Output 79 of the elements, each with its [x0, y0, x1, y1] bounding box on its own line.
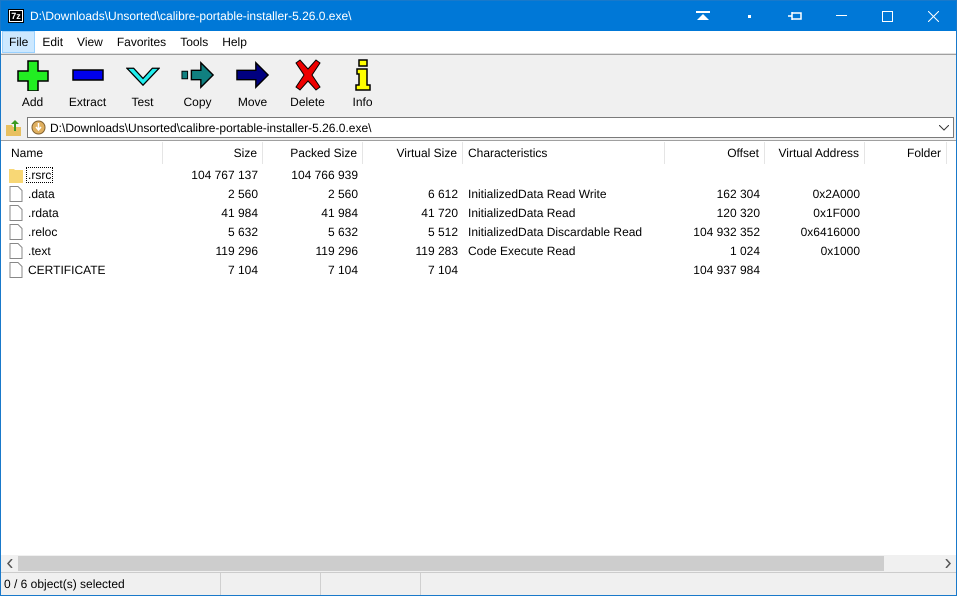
- table-cell: InitializedData Read: [468, 206, 576, 220]
- toolbar-button[interactable]: Copy: [170, 55, 225, 115]
- menu-item[interactable]: Tools: [173, 31, 216, 53]
- column-header[interactable]: Packed Size: [263, 142, 363, 164]
- table-cell: 119 296: [316, 244, 358, 258]
- table-cell: 0x2A000: [812, 186, 860, 200]
- table-cell: 5 632: [328, 224, 358, 238]
- table-cell: 119 296: [216, 244, 258, 258]
- table-cell: 104 767 137: [191, 168, 258, 182]
- menu-item[interactable]: Favorites: [110, 31, 174, 53]
- file-icon: [9, 224, 23, 240]
- window-title: D:\Downloads\Unsorted\calibre-portable-installer-5.26.0.exe\: [30, 9, 352, 23]
- maximize-icon[interactable]: [882, 10, 892, 22]
- file-name[interactable]: .rdata: [26, 204, 61, 220]
- table-cell: 7 104: [428, 262, 458, 276]
- menu-item[interactable]: View: [70, 31, 110, 53]
- up-folder-icon[interactable]: [5, 118, 23, 136]
- table-cell: InitializedData Read Write: [468, 186, 607, 200]
- file-icon: [9, 262, 23, 278]
- column-header[interactable]: Virtual Address: [765, 142, 865, 164]
- scrollbar-thumb[interactable]: [18, 556, 884, 571]
- file-name[interactable]: CERTIFICATE: [26, 262, 108, 278]
- table-cell: 41 720: [421, 206, 458, 220]
- file-name[interactable]: .rsrc: [26, 166, 54, 182]
- table-cell: 41 984: [321, 206, 358, 220]
- column-header[interactable]: Virtual Size: [363, 142, 463, 164]
- file-name[interactable]: .data: [26, 186, 57, 202]
- file-icon: [9, 186, 23, 202]
- table-cell: Code Execute Read: [468, 244, 576, 258]
- column-header[interactable]: Name: [1, 142, 163, 164]
- menu-item[interactable]: Help: [215, 31, 254, 53]
- toolbar-button[interactable]: Test: [115, 55, 170, 115]
- toolbar-button[interactable]: Extract: [60, 55, 115, 115]
- table-cell: 7 104: [228, 262, 258, 276]
- address-field[interactable]: D:\Downloads\Unsorted\calibre-portable-installer-5.26.0.exe\: [27, 117, 954, 138]
- file-name[interactable]: .text: [26, 242, 53, 258]
- table-cell: 7 104: [328, 262, 358, 276]
- table-cell: 1 024: [730, 244, 760, 258]
- toolbar-button[interactable]: Move: [225, 55, 280, 115]
- file-name[interactable]: .reloc: [26, 224, 60, 240]
- column-header[interactable]: Offset: [665, 142, 765, 164]
- menu-item[interactable]: Edit: [35, 31, 70, 53]
- table-cell: 120 320: [716, 206, 760, 220]
- table-cell: 6 612: [428, 186, 458, 200]
- table-cell: 0x1000: [820, 244, 860, 258]
- table-cell: 104 937 984: [693, 262, 760, 276]
- table-cell: 162 304: [716, 186, 760, 200]
- column-header[interactable]: Folder: [865, 142, 947, 164]
- column-header[interactable]: Characteristics: [463, 142, 665, 164]
- table-cell: 0x1F000: [813, 206, 860, 220]
- table-cell: 41 984: [221, 206, 258, 220]
- table-cell: 2 560: [328, 186, 358, 200]
- toolbar-button[interactable]: Info: [335, 55, 390, 115]
- menu-item[interactable]: File: [2, 31, 36, 53]
- app-icon: 7z: [8, 9, 24, 23]
- plus-icon: [16, 59, 50, 91]
- table-cell: 0x6416000: [800, 224, 860, 238]
- table-cell: 5 632: [228, 224, 258, 238]
- close-icon[interactable]: [928, 10, 938, 22]
- dropdown-caret-icon[interactable]: [939, 124, 949, 130]
- table-cell: 104 932 352: [693, 224, 760, 238]
- pin-icon[interactable]: [788, 10, 802, 22]
- toolbar-button[interactable]: Delete: [280, 55, 335, 115]
- status-text: 0 / 6 object(s) selected: [4, 577, 125, 591]
- scroll-top-icon[interactable]: [696, 11, 710, 21]
- column-header[interactable]: Size: [163, 142, 263, 164]
- toolbar-button[interactable]: Add: [5, 55, 60, 115]
- minimize-icon[interactable]: [836, 15, 846, 17]
- table-cell: 2 560: [228, 186, 258, 200]
- arrow-right-icon: [236, 59, 270, 91]
- table-cell: InitializedData Discardable Read: [468, 224, 642, 238]
- table-cell: 104 766 939: [291, 168, 358, 182]
- file-icon: [9, 204, 23, 220]
- file-icon: [9, 242, 23, 258]
- copy-arrow-icon: [180, 59, 214, 91]
- table-cell: 119 283: [416, 244, 458, 258]
- drive-icon: [31, 120, 46, 135]
- folder-icon: [9, 166, 23, 182]
- table-cell: 5 512: [428, 224, 458, 238]
